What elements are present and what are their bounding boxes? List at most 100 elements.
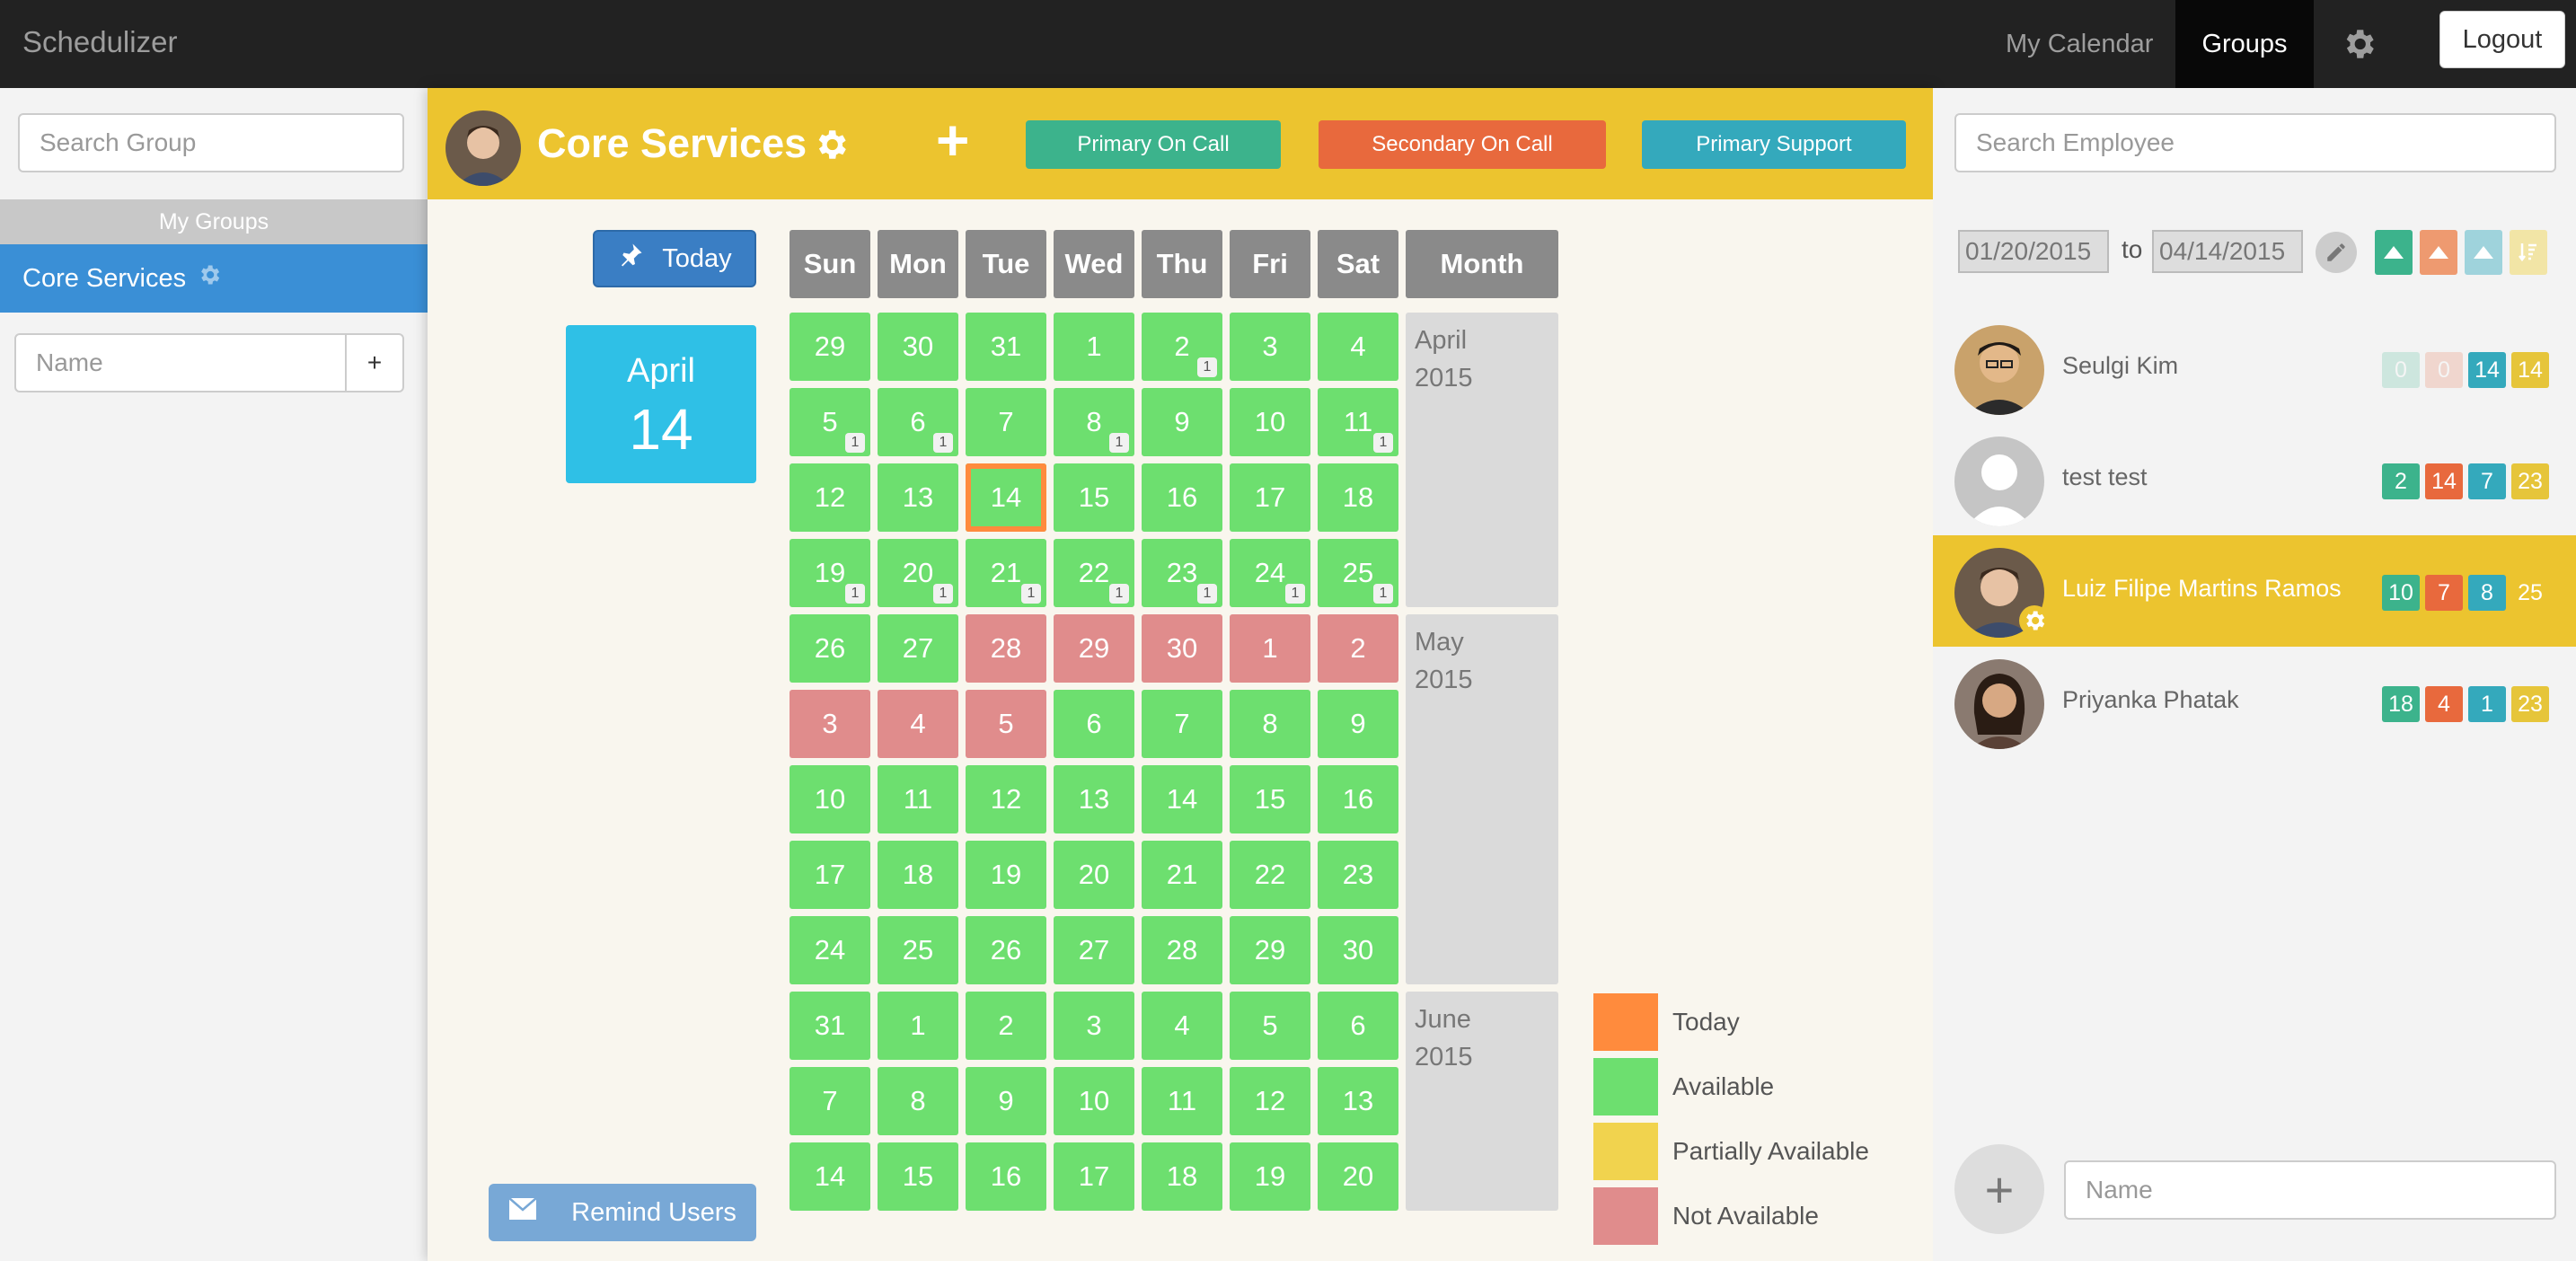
employee-row[interactable]: Priyanka Phatak 18 4 1 23: [1933, 647, 2576, 758]
calendar-day-cell[interactable]: 16: [1142, 463, 1222, 532]
date-from-input[interactable]: 01/20/2015: [1958, 230, 2109, 273]
add-role-button[interactable]: +: [936, 111, 969, 169]
calendar-day-cell[interactable]: 5: [966, 690, 1046, 758]
calendar-day-cell[interactable]: 28: [966, 614, 1046, 683]
role-secondary-on-call-button[interactable]: Secondary On Call: [1319, 120, 1606, 169]
calendar-day-cell[interactable]: 29: [1054, 614, 1134, 683]
calendar-day-cell[interactable]: 21 1: [966, 539, 1046, 607]
calendar-day-cell[interactable]: 3: [1230, 313, 1310, 381]
calendar-day-cell[interactable]: 22: [1230, 841, 1310, 909]
calendar-day-cell[interactable]: 12: [966, 765, 1046, 833]
calendar-day-cell[interactable]: 30: [1318, 916, 1398, 984]
calendar-day-cell[interactable]: 12: [1230, 1067, 1310, 1135]
calendar-day-cell[interactable]: 20 1: [878, 539, 958, 607]
calendar-day-cell[interactable]: 3: [790, 690, 870, 758]
calendar-day-cell[interactable]: 4: [878, 690, 958, 758]
calendar-day-cell[interactable]: 26: [790, 614, 870, 683]
calendar-day-cell[interactable]: 1: [878, 992, 958, 1060]
calendar-day-cell[interactable]: 9: [1142, 388, 1222, 456]
employee-row[interactable]: Luiz Filipe Martins Ramos 10 7 8 25: [1933, 535, 2576, 647]
calendar-day-cell[interactable]: 17: [1230, 463, 1310, 532]
calendar-day-cell[interactable]: 7: [1142, 690, 1222, 758]
calendar-day-cell[interactable]: 29: [1230, 916, 1310, 984]
role-primary-support-button[interactable]: Primary Support: [1642, 120, 1906, 169]
role-primary-on-call-button[interactable]: Primary On Call: [1026, 120, 1281, 169]
employee-settings-gear-icon[interactable]: [2019, 605, 2050, 636]
today-button[interactable]: Today: [593, 230, 756, 287]
nav-my-calendar[interactable]: My Calendar: [2006, 0, 2153, 88]
calendar-day-cell[interactable]: 13: [1318, 1067, 1398, 1135]
calendar-day-cell[interactable]: 25: [878, 916, 958, 984]
calendar-day-cell[interactable]: 20: [1054, 841, 1134, 909]
new-group-name-input[interactable]: Name: [14, 333, 347, 392]
calendar-day-cell[interactable]: 21: [1142, 313, 1222, 381]
calendar-day-cell[interactable]: 18: [878, 841, 958, 909]
calendar-day-cell[interactable]: 13: [1054, 765, 1134, 833]
calendar-day-cell[interactable]: 23: [1318, 841, 1398, 909]
sort-secondary-on-call-icon[interactable]: [2420, 230, 2457, 275]
calendar-day-cell[interactable]: 1: [1230, 614, 1310, 683]
calendar-day-cell[interactable]: 24: [790, 916, 870, 984]
add-group-button[interactable]: +: [345, 333, 404, 392]
calendar-day-cell[interactable]: 19 1: [790, 539, 870, 607]
calendar-day-cell[interactable]: 4: [1318, 313, 1398, 381]
calendar-day-cell[interactable]: 26: [966, 916, 1046, 984]
calendar-day-cell[interactable]: 15: [1230, 765, 1310, 833]
calendar-day-cell[interactable]: 17: [790, 841, 870, 909]
calendar-day-cell[interactable]: 9: [1318, 690, 1398, 758]
group-gear-icon[interactable]: [197, 262, 222, 295]
calendar-day-cell[interactable]: 27: [878, 614, 958, 683]
calendar-day-cell[interactable]: 11 1: [1318, 388, 1398, 456]
calendar-day-cell[interactable]: 14: [1142, 765, 1222, 833]
calendar-day-cell[interactable]: 31: [790, 992, 870, 1060]
sort-total-icon[interactable]: [2510, 230, 2547, 275]
calendar-day-cell[interactable]: 22 1: [1054, 539, 1134, 607]
calendar-day-cell[interactable]: 30: [1142, 614, 1222, 683]
calendar-day-cell[interactable]: 31: [966, 313, 1046, 381]
employee-row[interactable]: Seulgi Kim 0 0 14 14: [1933, 313, 2576, 424]
calendar-day-cell[interactable]: 2: [966, 992, 1046, 1060]
calendar-day-cell[interactable]: 1: [1054, 313, 1134, 381]
calendar-day-cell[interactable]: 18: [1142, 1142, 1222, 1211]
calendar-day-cell[interactable]: 14: [966, 463, 1046, 532]
calendar-day-cell[interactable]: 9: [966, 1067, 1046, 1135]
calendar-day-cell[interactable]: 28: [1142, 916, 1222, 984]
calendar-day-cell[interactable]: 17: [1054, 1142, 1134, 1211]
calendar-day-cell[interactable]: 4: [1142, 992, 1222, 1060]
sort-primary-support-icon[interactable]: [2465, 230, 2502, 275]
app-brand[interactable]: Schedulizer: [22, 25, 177, 59]
remind-users-button[interactable]: Remind Users: [489, 1184, 756, 1241]
calendar-day-cell[interactable]: 51: [790, 388, 870, 456]
calendar-day-cell[interactable]: 3: [1054, 992, 1134, 1060]
calendar-day-cell[interactable]: 16: [966, 1142, 1046, 1211]
calendar-day-cell[interactable]: 29: [790, 313, 870, 381]
calendar-day-cell[interactable]: 7: [966, 388, 1046, 456]
calendar-day-cell[interactable]: 8: [1230, 690, 1310, 758]
new-employee-name-input[interactable]: Name: [2064, 1160, 2556, 1220]
edit-pencil-icon[interactable]: [2316, 232, 2357, 273]
calendar-day-cell[interactable]: 19: [1230, 1142, 1310, 1211]
calendar-day-cell[interactable]: 30: [878, 313, 958, 381]
calendar-day-cell[interactable]: 8: [878, 1067, 958, 1135]
calendar-day-cell[interactable]: 23 1: [1142, 539, 1222, 607]
calendar-day-cell[interactable]: 20: [1318, 1142, 1398, 1211]
calendar-day-cell[interactable]: 6: [1054, 690, 1134, 758]
calendar-day-cell[interactable]: 27: [1054, 916, 1134, 984]
calendar-day-cell[interactable]: 10: [790, 765, 870, 833]
calendar-day-cell[interactable]: 19: [966, 841, 1046, 909]
date-to-input[interactable]: 04/14/2015: [2152, 230, 2303, 273]
calendar-day-cell[interactable]: 10: [1230, 388, 1310, 456]
calendar-day-cell[interactable]: 2: [1318, 614, 1398, 683]
group-item-core-services[interactable]: Core Services: [0, 244, 428, 313]
calendar-day-cell[interactable]: 16: [1318, 765, 1398, 833]
calendar-day-cell[interactable]: 12: [790, 463, 870, 532]
add-employee-button[interactable]: +: [1954, 1144, 2044, 1234]
search-group-input[interactable]: Search Group: [18, 113, 404, 172]
employee-row[interactable]: test test 2 14 7 23: [1933, 424, 2576, 535]
calendar-day-cell[interactable]: 81: [1054, 388, 1134, 456]
calendar-day-cell[interactable]: 15: [878, 1142, 958, 1211]
calendar-day-cell[interactable]: 61: [878, 388, 958, 456]
calendar-day-cell[interactable]: 15: [1054, 463, 1134, 532]
calendar-day-cell[interactable]: 18: [1318, 463, 1398, 532]
calendar-day-cell[interactable]: 21: [1142, 841, 1222, 909]
